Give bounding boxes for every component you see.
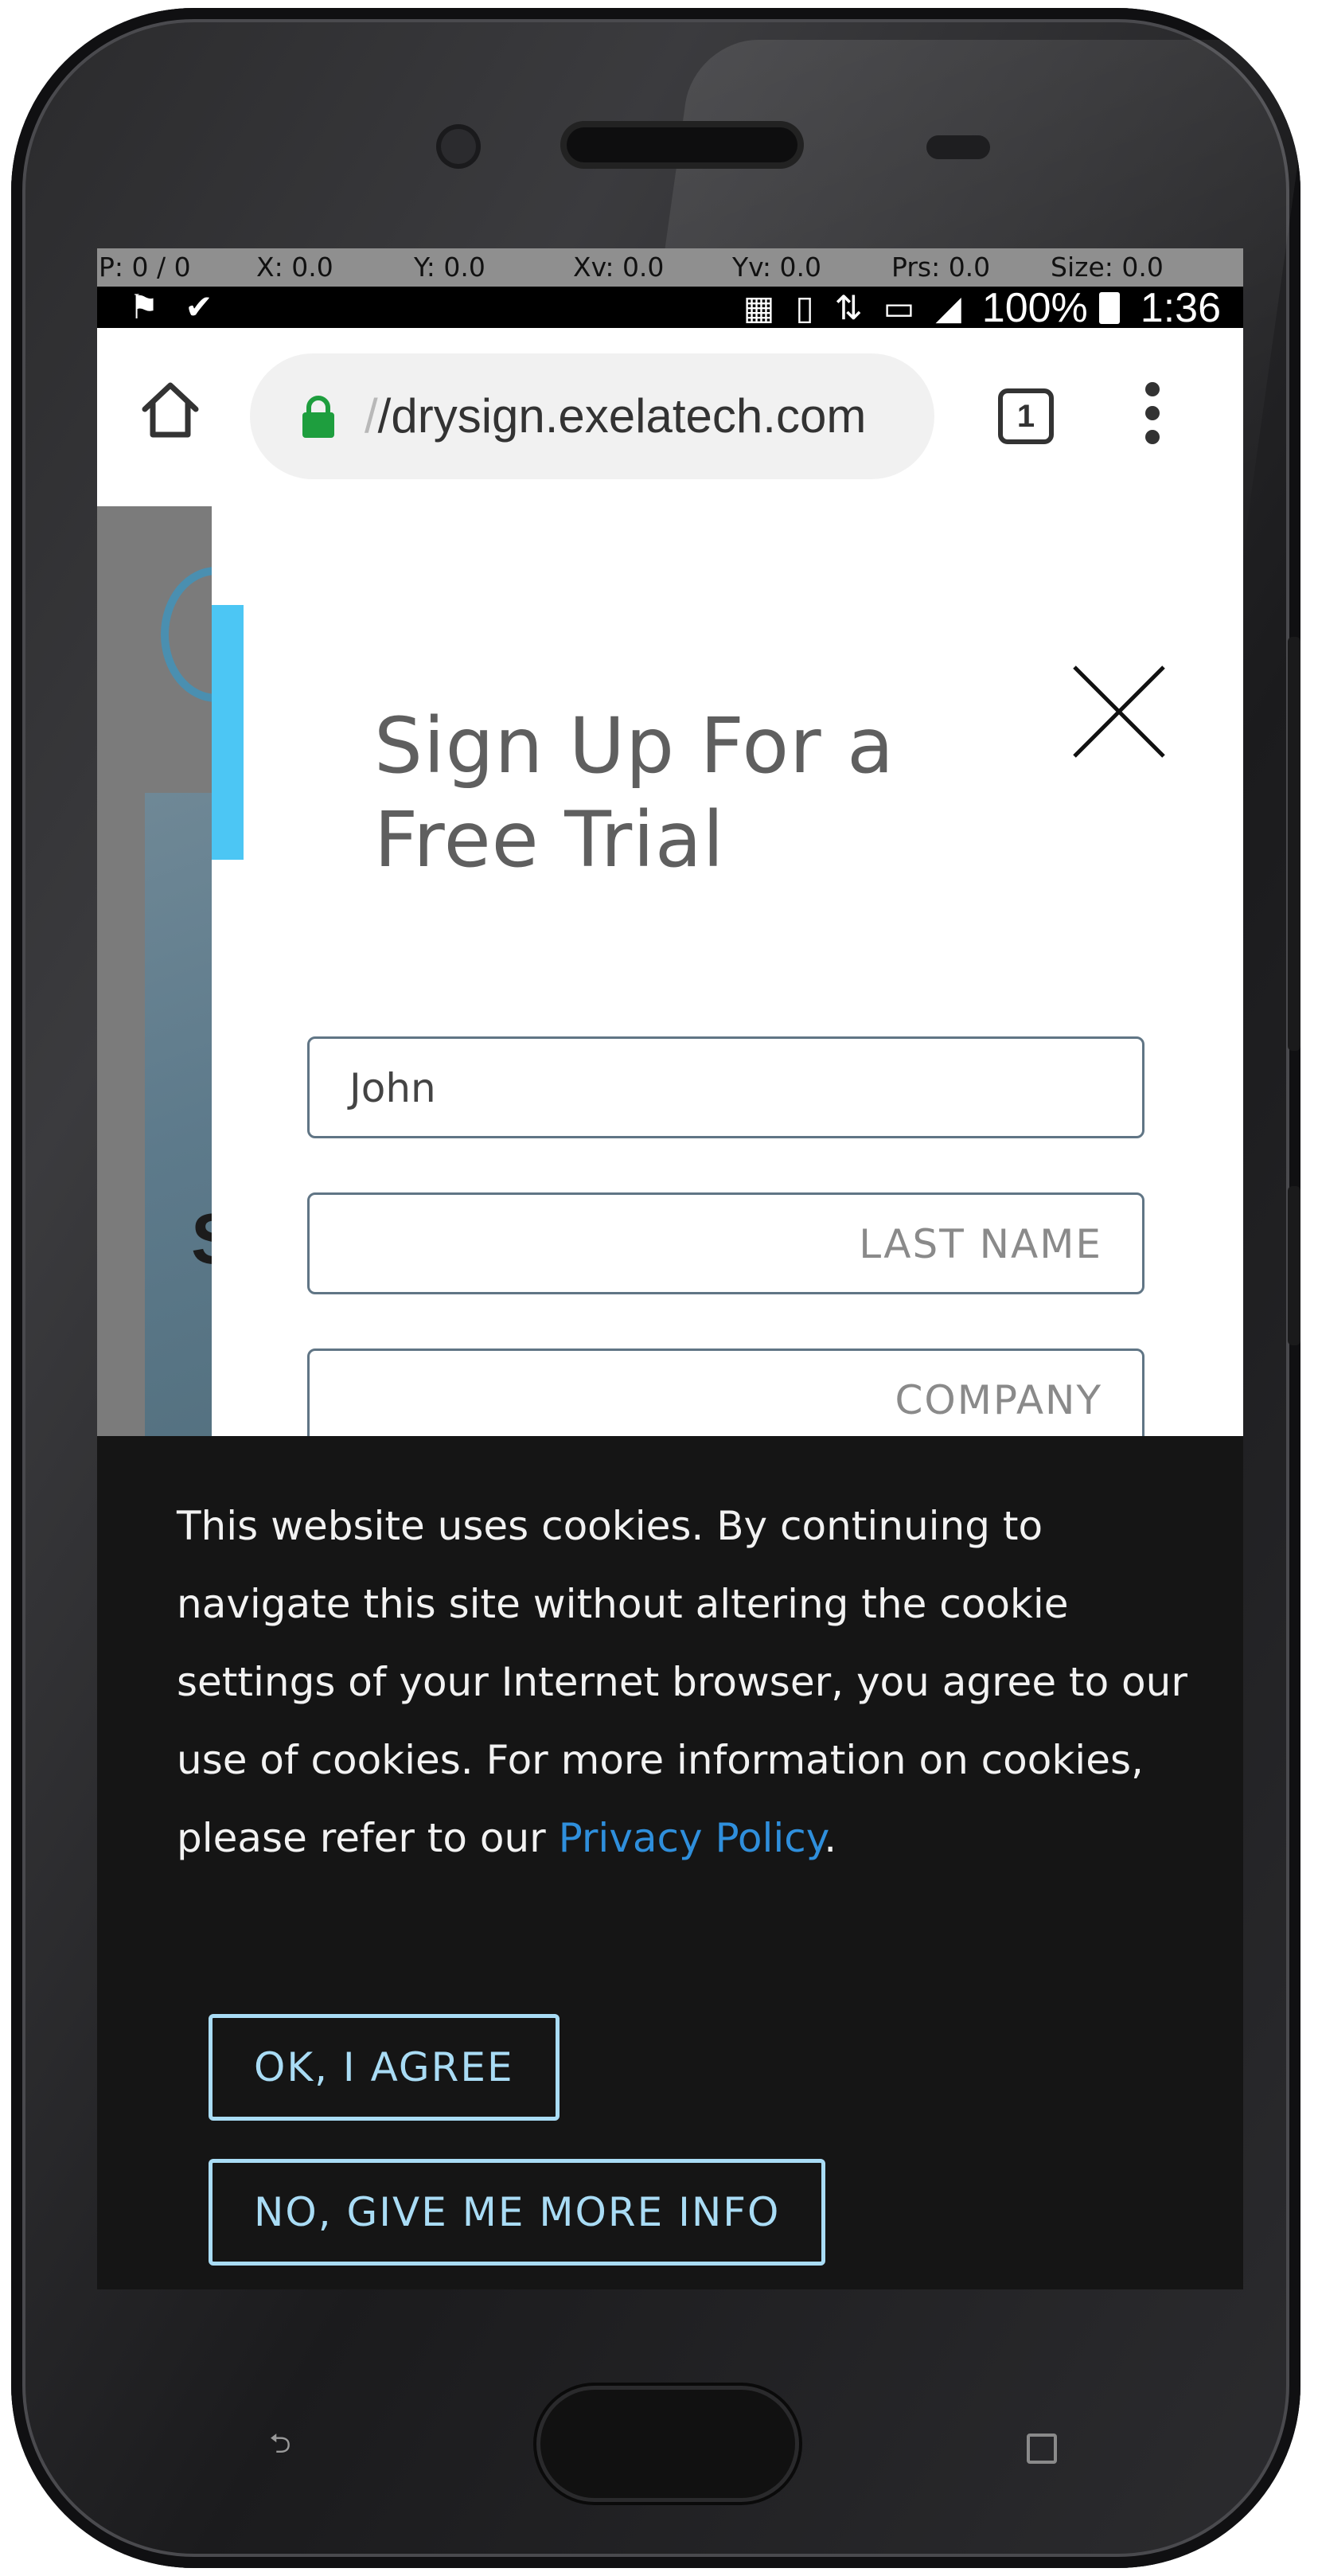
cookie-banner: This website uses cookies. By continuing…: [97, 1436, 1243, 2289]
task-check-icon: ✔: [185, 287, 213, 326]
home-button[interactable]: [536, 2386, 799, 2502]
battery-icon: [1098, 292, 1120, 324]
cookie-message: This website uses cookies. By continuing…: [177, 1487, 1187, 1877]
volume-button[interactable]: [1288, 637, 1300, 1051]
lock-icon: [302, 396, 334, 438]
vibrate-icon: ▯: [795, 288, 814, 327]
cookie-message-end: .: [824, 1815, 837, 1861]
status-left-icons: ⚑ ✔: [129, 290, 213, 326]
url-bar[interactable]: //drysign.exelatech.com: [250, 353, 934, 479]
power-button[interactable]: [1288, 1186, 1300, 1345]
url-text[interactable]: //drysign.exelatech.com: [365, 353, 866, 479]
cookie-message-text: This website uses cookies. By continuing…: [177, 1503, 1187, 1861]
overflow-menu-icon[interactable]: [1143, 382, 1162, 446]
url-host: /drysign.exelatech.com: [377, 389, 867, 443]
last-name-field[interactable]: LAST NAME: [307, 1192, 1144, 1294]
front-camera: [441, 129, 476, 164]
first-name-value: John: [349, 1065, 436, 1111]
modal-accent-bar: [212, 605, 244, 860]
status-right-icons: ▦ ▯ ⇅ ▭ ◢ 100% 1:36: [743, 285, 1221, 331]
web-page: S Sign Up For a Free Trial John LAST NAM…: [97, 506, 1243, 2289]
first-name-field[interactable]: John: [307, 1036, 1144, 1138]
modal-title: Sign Up For a Free Trial: [374, 701, 895, 884]
agree-button[interactable]: OK, I AGREE: [209, 2014, 560, 2121]
url-scroll-fade: /: [365, 389, 378, 443]
notification-icon: ⚑: [129, 287, 159, 326]
recent-apps-icon[interactable]: [1027, 2434, 1057, 2464]
close-icon[interactable]: [1071, 664, 1167, 759]
company-field[interactable]: COMPANY: [307, 1348, 1144, 1450]
privacy-policy-link[interactable]: Privacy Policy: [559, 1815, 825, 1861]
no-signal-icon: ◢: [935, 288, 961, 327]
company-placeholder: COMPANY: [895, 1377, 1102, 1423]
debug-yv: Yv: 0.0: [732, 252, 821, 283]
wifi-icon: ⇅: [834, 288, 863, 327]
back-icon[interactable]: ⮌: [256, 2428, 304, 2460]
debug-prs: Prs: 0.0: [891, 252, 991, 283]
status-bar: ⚑ ✔ ▦ ▯ ⇅ ▭ ◢ 100% 1:36: [97, 285, 1243, 331]
nfc-icon: ▦: [743, 288, 775, 327]
debug-size: Size: 0.0: [1051, 252, 1164, 283]
signup-modal: Sign Up For a Free Trial John LAST NAME …: [212, 506, 1243, 1462]
earpiece: [567, 127, 797, 162]
home-icon[interactable]: [138, 377, 202, 441]
pointer-location-bar: P: 0 / 0 X: 0.0 Y: 0.0 Xv: 0.0 Yv: 0.0 P…: [97, 248, 1243, 287]
clock: 1:36: [1140, 285, 1221, 331]
debug-x: X: 0.0: [256, 252, 333, 283]
debug-y: Y: 0.0: [414, 252, 485, 283]
proximity-sensor: [926, 135, 990, 159]
last-name-placeholder: LAST NAME: [859, 1221, 1102, 1267]
browser-toolbar: //drysign.exelatech.com 1: [97, 328, 1243, 506]
debug-p: P: 0 / 0: [99, 252, 191, 283]
no-sim-icon: ▭: [883, 288, 915, 327]
phone-frame: P: 0 / 0 X: 0.0 Y: 0.0 Xv: 0.0 Yv: 0.0 P…: [11, 8, 1316, 2568]
debug-xv: Xv: 0.0: [573, 252, 665, 283]
tab-switcher-button[interactable]: 1: [998, 388, 1054, 444]
battery-percent: 100%: [981, 285, 1088, 331]
more-info-button[interactable]: NO, GIVE ME MORE INFO: [209, 2159, 826, 2266]
screen: P: 0 / 0 X: 0.0 Y: 0.0 Xv: 0.0 Yv: 0.0 P…: [97, 248, 1243, 2289]
